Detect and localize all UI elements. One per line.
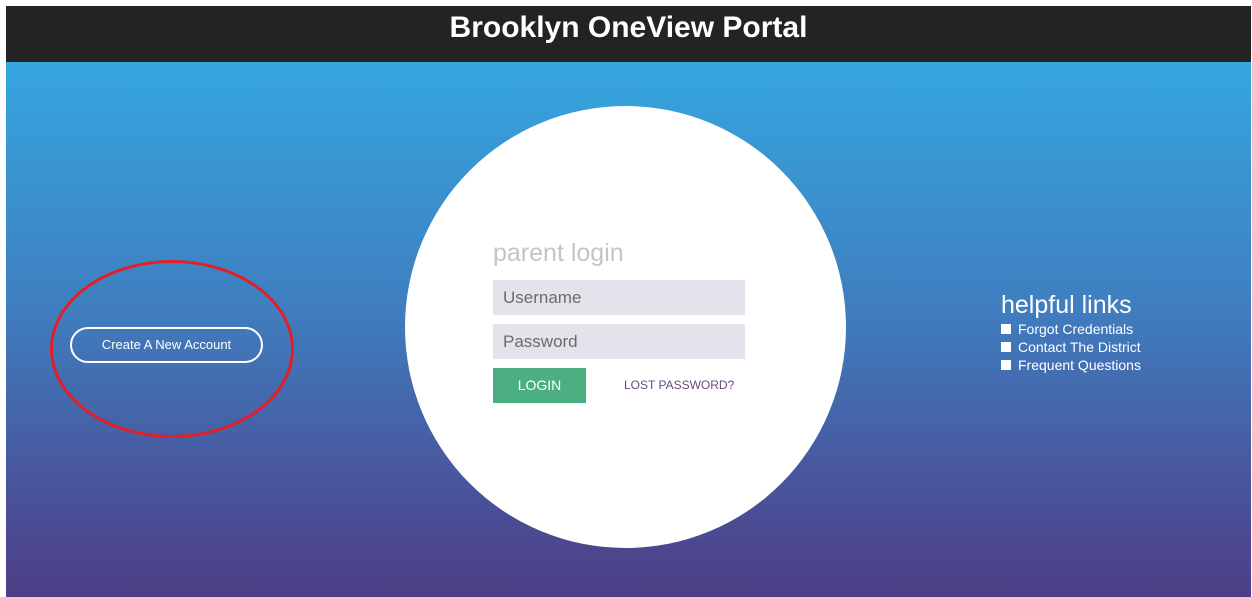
helpful-links-title: helpful links: [1001, 291, 1132, 319]
create-account-button[interactable]: Create A New Account: [70, 327, 263, 363]
login-title: parent login: [493, 239, 624, 267]
page-header: Brooklyn OneView Portal: [6, 6, 1251, 62]
helpful-link-forgot-credentials[interactable]: Forgot Credentials: [1001, 320, 1141, 338]
helpful-link-label: Frequent Questions: [1018, 357, 1141, 373]
username-input[interactable]: [493, 280, 745, 315]
helpful-links: helpful links Forgot Credentials Contact…: [1001, 290, 1141, 374]
helpful-link-label: Forgot Credentials: [1018, 321, 1134, 337]
helpful-link-label: Contact The District: [1018, 339, 1141, 355]
login-button[interactable]: LOGIN: [493, 368, 586, 403]
password-input[interactable]: [493, 324, 745, 359]
page-title: Brooklyn OneView Portal: [449, 11, 808, 44]
helpful-link-contact-district[interactable]: Contact The District: [1001, 338, 1141, 356]
page-frame: Brooklyn OneView Portal Create A New Acc…: [6, 6, 1251, 597]
bullet-square-icon: [1001, 360, 1011, 370]
bullet-square-icon: [1001, 342, 1011, 352]
helpful-link-frequent-questions[interactable]: Frequent Questions: [1001, 356, 1141, 374]
main-stage: Create A New Account parent login LOGIN …: [6, 62, 1251, 597]
lost-password-link[interactable]: LOST PASSWORD?: [624, 378, 734, 392]
bullet-square-icon: [1001, 324, 1011, 334]
